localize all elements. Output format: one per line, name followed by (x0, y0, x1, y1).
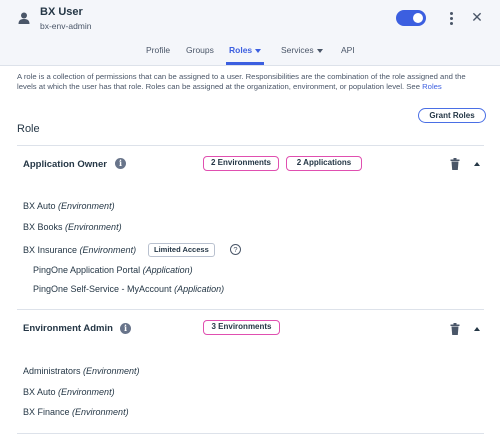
active-tab-indicator (226, 62, 264, 65)
user-name: BX User (40, 6, 83, 18)
divider (17, 433, 484, 434)
more-vertical-icon[interactable] (447, 9, 455, 27)
tab-groups[interactable]: Groups (186, 45, 214, 55)
chevron-up-icon[interactable] (474, 162, 480, 166)
user-enabled-toggle[interactable] (396, 10, 426, 26)
info-icon[interactable]: i (115, 158, 126, 169)
list-item: BX Books (Environment) (23, 222, 122, 232)
close-icon[interactable]: ✕ (470, 9, 484, 25)
help-icon[interactable]: ? (230, 244, 241, 255)
info-icon[interactable]: i (120, 323, 131, 334)
role-name: Application Owner (23, 159, 107, 170)
grant-roles-button[interactable]: Grant Roles (418, 108, 486, 123)
environments-badge[interactable]: 3 Environments (203, 320, 280, 335)
list-item: PingOne Self-Service - MyAccount (Applic… (33, 284, 225, 294)
divider (17, 309, 484, 310)
trash-icon[interactable] (450, 158, 460, 170)
chevron-down-icon (316, 48, 323, 53)
tab-profile[interactable]: Profile (146, 45, 170, 55)
list-item: BX Auto (Environment) (23, 201, 115, 211)
list-item: Administrators (Environment) (23, 366, 140, 376)
user-subtitle: bx-env-admin (40, 21, 92, 31)
environments-badge[interactable]: 2 Environments (203, 156, 279, 171)
user-icon (18, 12, 30, 24)
tab-bar: Profile Groups Roles Services API (0, 42, 500, 66)
applications-badge[interactable]: 2 Applications (286, 156, 362, 171)
user-header: BX User bx-env-admin ✕ Profile Groups Ro… (0, 0, 500, 66)
list-item: BX Auto (Environment) (23, 387, 115, 397)
list-item: PingOne Application Portal (Application) (33, 265, 193, 275)
list-item: BX Finance (Environment) (23, 407, 129, 417)
tab-roles[interactable]: Roles (229, 45, 262, 55)
list-item: BX Insurance (Environment) (23, 245, 137, 255)
trash-icon[interactable] (450, 323, 460, 335)
role-name: Environment Admin (23, 323, 113, 334)
roles-description: A role is a collection of permissions th… (17, 72, 485, 92)
roles-help-link[interactable]: Roles (422, 82, 442, 91)
divider (17, 145, 484, 146)
tab-services[interactable]: Services (281, 45, 323, 55)
chevron-down-icon (255, 48, 262, 53)
tab-api[interactable]: API (341, 45, 355, 55)
section-title: Role (17, 123, 40, 135)
description-text: A role is a collection of permissions th… (17, 72, 466, 91)
chevron-up-icon[interactable] (474, 327, 480, 331)
limited-access-badge: Limited Access (148, 243, 215, 257)
